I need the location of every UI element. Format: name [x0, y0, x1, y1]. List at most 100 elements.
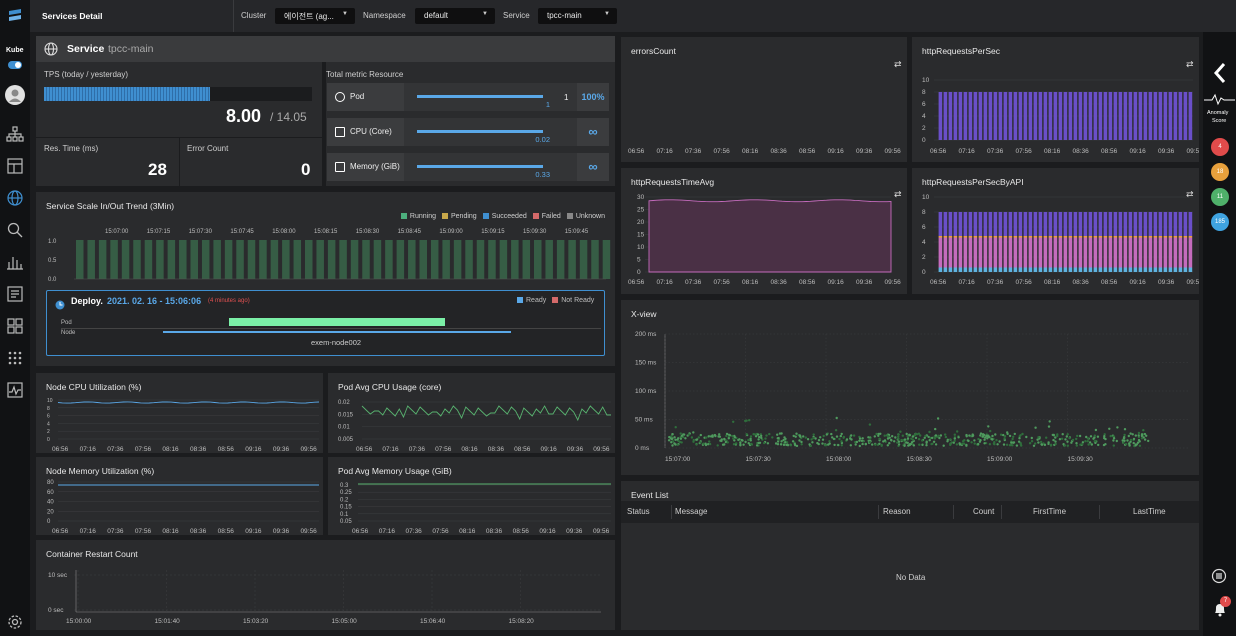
- transaction-point[interactable]: [830, 432, 833, 436]
- transaction-point[interactable]: [817, 442, 820, 446]
- transaction-point[interactable]: [850, 434, 853, 437]
- transaction-point[interactable]: [897, 440, 901, 443]
- transaction-point[interactable]: [708, 440, 711, 443]
- transaction-point[interactable]: [942, 444, 945, 447]
- transaction-point[interactable]: [893, 440, 896, 443]
- transaction-point[interactable]: [834, 429, 838, 432]
- transaction-point[interactable]: [955, 443, 959, 446]
- transaction-point[interactable]: [748, 419, 751, 422]
- transaction-point[interactable]: [705, 436, 708, 439]
- transaction-point[interactable]: [936, 417, 940, 420]
- transaction-point[interactable]: [946, 440, 949, 443]
- transaction-point[interactable]: [968, 434, 971, 437]
- transaction-point[interactable]: [858, 437, 862, 440]
- transaction-point[interactable]: [861, 442, 864, 446]
- transaction-point[interactable]: [978, 440, 982, 443]
- transaction-point[interactable]: [747, 442, 750, 445]
- transaction-point[interactable]: [944, 433, 947, 436]
- transaction-point[interactable]: [812, 436, 815, 440]
- transaction-point[interactable]: [1132, 441, 1135, 445]
- transaction-point[interactable]: [757, 441, 760, 445]
- transaction-point[interactable]: [1047, 441, 1050, 444]
- transaction-point[interactable]: [684, 437, 687, 440]
- transaction-point[interactable]: [906, 441, 909, 444]
- transaction-point[interactable]: [682, 433, 685, 436]
- transaction-point[interactable]: [760, 434, 763, 438]
- transaction-point[interactable]: [925, 441, 928, 444]
- transaction-point[interactable]: [900, 438, 903, 442]
- transaction-point[interactable]: [708, 442, 712, 446]
- transaction-point[interactable]: [921, 439, 924, 442]
- transaction-point[interactable]: [825, 433, 828, 436]
- transaction-point[interactable]: [1137, 434, 1140, 437]
- transaction-point[interactable]: [914, 432, 918, 436]
- transaction-point[interactable]: [677, 439, 680, 443]
- transaction-point[interactable]: [918, 443, 921, 446]
- transaction-point[interactable]: [867, 436, 870, 439]
- transaction-point[interactable]: [716, 444, 719, 447]
- transaction-point[interactable]: [962, 440, 965, 443]
- transaction-point[interactable]: [833, 443, 836, 447]
- kube-toggle[interactable]: [8, 61, 22, 69]
- transaction-point[interactable]: [897, 435, 900, 438]
- transaction-point[interactable]: [671, 440, 675, 443]
- transaction-point[interactable]: [931, 436, 934, 440]
- transaction-point[interactable]: [888, 442, 891, 445]
- transaction-point[interactable]: [956, 430, 959, 433]
- transaction-point[interactable]: [732, 420, 735, 423]
- transaction-point[interactable]: [996, 443, 999, 446]
- transaction-point[interactable]: [977, 442, 980, 446]
- transaction-point[interactable]: [966, 439, 969, 442]
- monitor-icon[interactable]: [6, 381, 24, 399]
- transaction-point[interactable]: [709, 435, 713, 438]
- transaction-point[interactable]: [890, 439, 893, 442]
- transaction-point[interactable]: [1032, 444, 1036, 447]
- transaction-point[interactable]: [1129, 438, 1133, 442]
- transaction-point[interactable]: [1116, 426, 1119, 429]
- transaction-point[interactable]: [970, 441, 973, 444]
- transaction-point[interactable]: [1081, 443, 1084, 446]
- transaction-point[interactable]: [953, 439, 956, 443]
- transaction-point[interactable]: [991, 438, 994, 441]
- settings-icon[interactable]: [6, 613, 24, 631]
- transaction-point[interactable]: [732, 443, 736, 446]
- transaction-point[interactable]: [1061, 433, 1064, 436]
- transaction-point[interactable]: [1054, 436, 1057, 439]
- transaction-point[interactable]: [874, 443, 877, 446]
- transaction-point[interactable]: [792, 434, 795, 438]
- transaction-point[interactable]: [1134, 444, 1137, 447]
- transaction-point[interactable]: [994, 433, 997, 436]
- transaction-point[interactable]: [883, 434, 886, 437]
- transaction-point[interactable]: [860, 439, 863, 442]
- transaction-point[interactable]: [1030, 436, 1033, 440]
- transaction-point[interactable]: [742, 443, 745, 446]
- transaction-point[interactable]: [817, 439, 821, 442]
- transaction-point[interactable]: [914, 436, 918, 440]
- transaction-point[interactable]: [749, 442, 753, 446]
- transaction-point[interactable]: [1137, 438, 1141, 442]
- transaction-point[interactable]: [1126, 439, 1129, 442]
- transaction-point[interactable]: [868, 441, 872, 444]
- transaction-point[interactable]: [911, 435, 915, 438]
- transaction-point[interactable]: [725, 434, 728, 438]
- transaction-point[interactable]: [1090, 443, 1093, 446]
- transaction-point[interactable]: [903, 438, 907, 441]
- transaction-point[interactable]: [699, 433, 702, 437]
- transaction-point[interactable]: [1112, 437, 1116, 440]
- transaction-point[interactable]: [776, 443, 780, 446]
- event-col-status[interactable]: Status: [627, 501, 650, 523]
- transaction-point[interactable]: [938, 436, 941, 440]
- transaction-point[interactable]: [798, 439, 801, 442]
- collapse-chevron-icon[interactable]: [1212, 62, 1228, 84]
- transaction-point[interactable]: [674, 426, 677, 429]
- transaction-point[interactable]: [674, 438, 677, 441]
- transaction-point[interactable]: [897, 443, 901, 446]
- transaction-point[interactable]: [1066, 440, 1069, 443]
- transaction-point[interactable]: [953, 437, 956, 440]
- anomaly-score-badge[interactable]: 4: [1211, 138, 1229, 156]
- transaction-point[interactable]: [1063, 444, 1067, 447]
- transaction-point[interactable]: [998, 440, 1001, 443]
- transaction-point[interactable]: [1040, 443, 1043, 446]
- transaction-point[interactable]: [777, 436, 780, 440]
- transaction-point[interactable]: [804, 436, 807, 439]
